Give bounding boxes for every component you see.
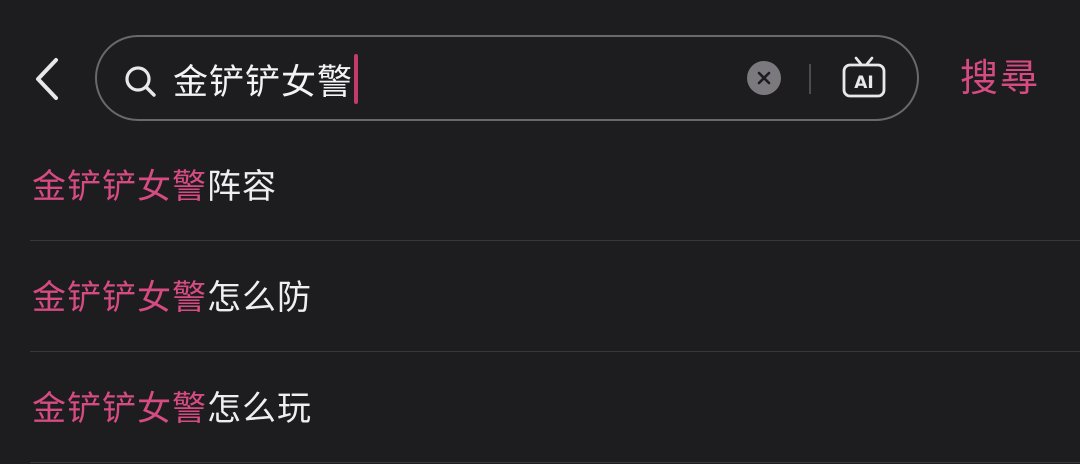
search-query-text: 金铲铲女警	[173, 62, 354, 103]
search-bar-divider	[809, 64, 811, 94]
divider	[30, 462, 1080, 463]
suggestion-highlight: 金铲铲女警	[32, 167, 207, 207]
ai-search-button[interactable]: AI	[841, 56, 887, 100]
suggestion-rest: 怎么玩	[207, 389, 312, 429]
suggestion-rest: 阵容	[207, 167, 277, 207]
suggestion-text: 金铲铲女警怎么防	[32, 274, 312, 322]
clear-button[interactable]	[747, 61, 781, 95]
suggestion-text: 金铲铲女警阵容	[32, 163, 277, 211]
suggestion-highlight: 金铲铲女警	[32, 389, 207, 429]
suggestion-rest: 怎么防	[207, 278, 312, 318]
search-page: 金铲铲女警 AI 搜尋 金铲铲女警阵容 金铲铲女警怎么防 金铲铲女警怎么玩	[0, 0, 1080, 464]
search-button[interactable]: 搜尋	[960, 52, 1040, 104]
suggestion-item[interactable]: 金铲铲女警怎么防	[0, 241, 1080, 352]
search-bar[interactable]: 金铲铲女警 AI	[95, 35, 919, 121]
clear-circle-icon	[757, 71, 771, 85]
back-button[interactable]	[28, 52, 68, 106]
ai-icon-label: AI	[854, 73, 873, 93]
text-caret	[354, 54, 359, 104]
chevron-left-icon	[36, 58, 58, 100]
ai-tv-icon: AI	[842, 56, 886, 98]
search-icon	[125, 66, 156, 97]
suggestion-highlight: 金铲铲女警	[32, 278, 207, 318]
suggestion-item[interactable]: 金铲铲女警阵容	[0, 130, 1080, 241]
suggestion-list: 金铲铲女警阵容 金铲铲女警怎么防 金铲铲女警怎么玩	[0, 130, 1080, 463]
suggestion-item[interactable]: 金铲铲女警怎么玩	[0, 352, 1080, 463]
search-input[interactable]: 金铲铲女警	[173, 54, 359, 104]
suggestion-text: 金铲铲女警怎么玩	[32, 385, 312, 433]
